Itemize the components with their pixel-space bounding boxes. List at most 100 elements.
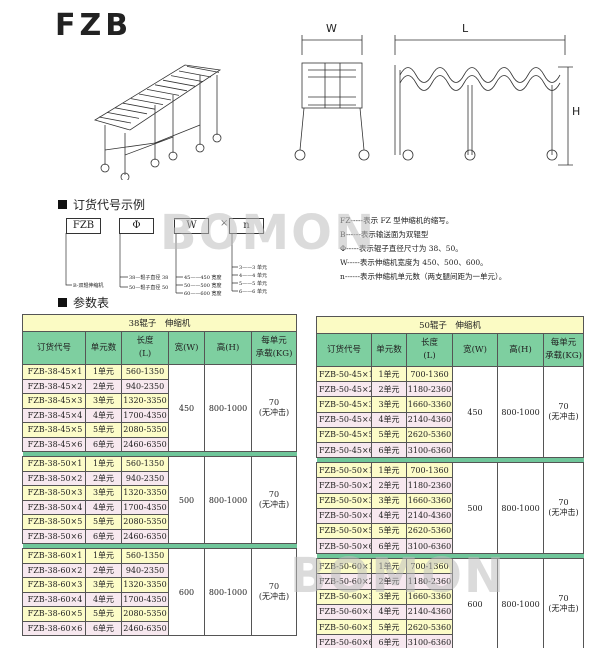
order-code-cell: FZB-50-60×4 [316,603,372,621]
height-cell: 800-1000 [497,462,544,555]
load-cell: 70 (无冲击) [250,456,298,544]
length-cell: 2080-5350 [121,422,169,438]
load-cell: 70 (无冲击) [542,462,585,555]
load-value: 70 [268,398,280,407]
length-cell: 2140-4360 [406,507,453,524]
height-cell: 800-1000 [204,548,252,636]
units-cell: 2单元 [85,470,122,486]
order-code-cell: FZB-50-50×5 [316,522,372,540]
length-cell: 2460-6350 [121,528,169,544]
order-code-cell: FZB-38-50×5 [22,514,86,530]
order-code-cell: FZB-50-45×4 [316,411,372,428]
length-cell: 2460-6350 [121,620,169,636]
length-cell: 1320-3350 [121,393,169,409]
n-note-5: 5——5 单元 [239,281,267,287]
length-cell: 2080-5350 [121,606,169,622]
column-header: 每单元 承载(KG) [250,331,298,365]
roller [178,70,212,78]
units-cell: 5单元 [85,514,122,530]
units-cell: 4单元 [371,411,407,428]
order-code-cell: FZB-38-50×3 [22,485,86,501]
roller [122,102,156,110]
length-cell: 2620-5360 [406,426,453,443]
spec-table-38: 38辊子 伸缩机 订货代号 单元数 长度 (L) 宽(W) 高(H) 每单元 承载(KG) F… [21,314,298,636]
order-code-cell: FZB-50-45×2 [316,381,372,398]
roller [146,89,180,96]
column-header: 宽(W) [452,333,498,367]
column-header: 长度 (L) [121,331,169,365]
roller [138,93,172,101]
roller [106,112,140,119]
order-code-cell: FZB-38-50×2 [22,470,86,486]
roller [114,107,148,115]
units-cell: 2单元 [371,381,407,398]
order-code-cell: FZB-38-60×1 [22,548,86,564]
order-code-cell: FZB-50-45×5 [316,426,372,443]
column-header: 订货代号 [22,331,86,365]
units-cell: 6单元 [85,620,122,636]
order-code-cell: FZB-38-45×6 [22,436,86,452]
units-cell: 5单元 [371,618,407,636]
units-cell: 5单元 [85,422,122,438]
dimension-drawing [294,35,573,166]
width-cell: 500 [452,462,498,555]
units-cell: 4单元 [371,603,407,621]
watermark: BOMON [290,548,507,604]
units-cell: 6单元 [371,634,407,648]
fzb-note: B-双辊伸缩机 [73,283,104,289]
conveyor-isometric-drawing [94,64,222,180]
roller [162,79,196,87]
order-code-cell: FZB-38-60×5 [22,606,86,622]
length-cell: 940-2350 [121,470,169,486]
height-cell: 800-1000 [497,365,544,459]
order-code-cell: FZB-50-60×5 [316,618,372,636]
order-code-cell: FZB-38-45×5 [22,422,86,438]
column-header: 宽(W) [168,331,205,365]
width-cell: 450 [168,364,205,452]
column-header: 高(H) [204,331,252,365]
load-value: 70 [268,490,280,499]
dim-w-label: W [326,22,337,35]
phi-note-50: 50—辊子直径 50 [129,285,169,291]
order-code-cell: FZB-38-60×3 [22,577,86,593]
code-box-phi: Φ [119,218,154,234]
order-code-cell: FZB-50-50×2 [316,477,372,494]
w-note-45: 45——450 宽度 [184,275,222,281]
height-cell: 800-1000 [204,364,252,452]
units-cell: 2单元 [371,477,407,494]
length-cell: 1660-3360 [406,396,453,413]
units-cell: 6单元 [85,436,122,452]
order-code-cell: FZB-50-50×4 [316,507,372,524]
bullet-square-icon [58,298,67,307]
length-cell: 1660-3360 [406,492,453,509]
width-cell: 600 [168,548,205,636]
units-cell: 1单元 [85,548,122,564]
load-value: 70 [558,402,569,412]
units-cell: 5单元 [371,426,407,443]
w-note-50: 50——500 宽度 [184,283,222,289]
load-note: (无冲击) [548,604,579,614]
bullet-square-icon [58,200,67,209]
load-cell: 70 (无冲击) [542,558,585,648]
units-cell: 3单元 [85,393,122,409]
length-cell: 2620-5360 [406,522,453,540]
length-cell: 2140-4360 [406,411,453,428]
order-code-cell: FZB-38-45×3 [22,393,86,409]
length-cell: 700-1360 [406,365,453,383]
table-row: FZB-50-50×1 1单元 700-1360 500 800-1000 70 (无冲击) [316,462,585,555]
order-code-cell: FZB-50-50×3 [316,492,372,509]
width-cell: 500 [168,456,205,544]
w-note-60: 60——600 宽度 [184,291,222,297]
column-header: 单元数 [85,331,122,365]
units-cell: 5单元 [371,522,407,540]
order-code-cell: FZB-38-45×4 [22,407,86,423]
roller [170,75,204,82]
load-cell: 70 (无冲击) [542,365,585,459]
order-code-cell: FZB-38-50×4 [22,499,86,515]
order-code-cell: FZB-50-45×1 [316,365,372,383]
units-cell: 1单元 [85,456,122,472]
table-row: FZB-38-50×1 1单元 560-1350 500 800-1000 70 (无冲击) [22,456,298,544]
roller [130,98,164,105]
length-cell: 560-1350 [121,456,169,472]
table-title: 38辊子 伸缩机 [21,314,298,332]
